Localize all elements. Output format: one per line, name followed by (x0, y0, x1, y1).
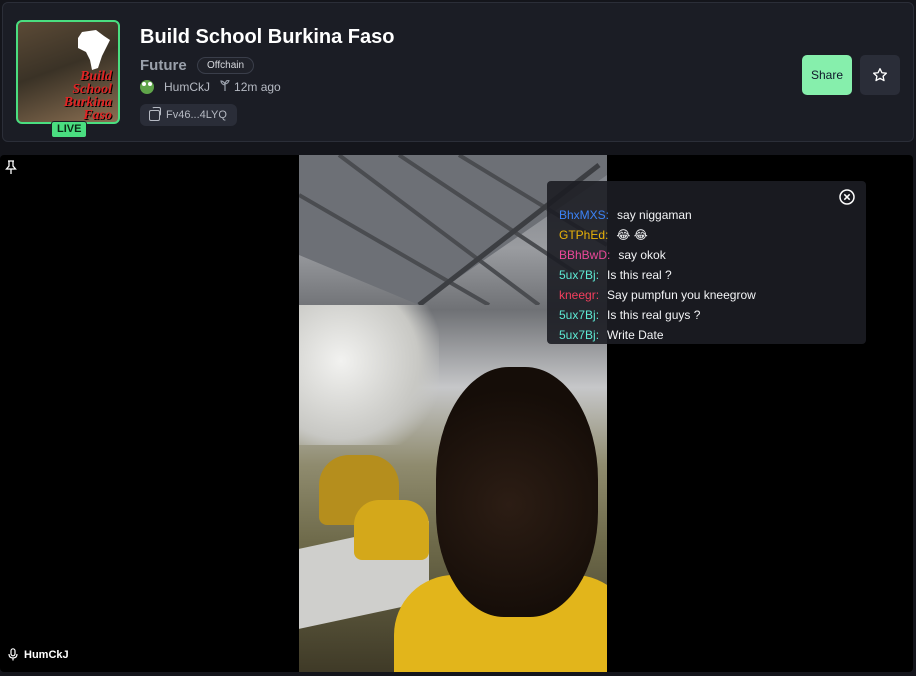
streamer-label: HumCkJ (8, 648, 69, 661)
microphone-icon[interactable] (8, 648, 18, 661)
chat-text: Is this real guys ? (607, 308, 701, 322)
page-title: Build School Burkina Faso (140, 26, 395, 48)
chat-text: say okok (618, 248, 666, 262)
copy-icon (149, 106, 161, 121)
chat-username[interactable]: kneegr: (559, 288, 599, 308)
token-thumbnail[interactable]: Build School Burkina Faso (16, 20, 120, 124)
chat-text: Say pumpfun you kneegrow (607, 288, 756, 302)
creator-avatar[interactable] (140, 80, 154, 94)
chat-message: BBhBwD: say okok (559, 248, 756, 268)
creator-name[interactable]: HumCkJ (164, 80, 210, 94)
mint-address: Fv46...4LYQ (166, 109, 227, 121)
chat-username[interactable]: GTPhEd: (559, 228, 608, 248)
pin-icon[interactable] (5, 160, 17, 175)
video-student (354, 500, 429, 560)
chat-message: 5ux7Bj: Is this real guys ? (559, 308, 756, 328)
chat-text: 😂 😂 (616, 228, 648, 242)
africa-map-icon (78, 30, 110, 70)
thumbnail-text-line: Faso (83, 108, 112, 123)
chat-message: kneegr: Say pumpfun you kneegrow (559, 288, 756, 308)
livestream-player[interactable]: BhxMXS: say niggaman GTPhEd: 😂 😂 BBhBwD: say … (0, 155, 913, 672)
chat-message: 5ux7Bj: Is this real ? (559, 268, 756, 288)
live-badge: LIVE (51, 121, 88, 138)
copy-mint-button[interactable]: Fv46...4LYQ (140, 104, 237, 126)
token-ticker: Future (140, 57, 187, 74)
creator-row: HumCkJ 12m ago (140, 79, 281, 95)
video-streamer-face (436, 367, 598, 617)
chat-username[interactable]: BBhBwD: (559, 248, 610, 268)
chat-text: say niggaman (617, 208, 692, 222)
chat-message-list: BhxMXS: say niggaman GTPhEd: 😂 😂 BBhBwD: say … (559, 208, 756, 348)
close-circle-icon[interactable] (839, 189, 855, 205)
star-icon (873, 68, 887, 82)
token-header: Build School Burkina Faso LIVE Build Sch… (2, 2, 914, 142)
token-age: 12m ago (234, 80, 281, 94)
chat-username[interactable]: 5ux7Bj: (559, 328, 599, 348)
chat-message: GTPhEd: 😂 😂 (559, 228, 756, 248)
chat-username[interactable]: BhxMXS: (559, 208, 609, 228)
sprout-icon (220, 79, 230, 94)
chat-username[interactable]: 5ux7Bj: (559, 308, 599, 328)
share-button[interactable]: Share (802, 55, 852, 95)
chat-text: Write Date (607, 328, 664, 342)
chat-overlay: BhxMXS: say niggaman GTPhEd: 😂 😂 BBhBwD: say … (547, 181, 866, 344)
streamer-name: HumCkJ (24, 648, 69, 661)
chat-message: 5ux7Bj: Write Date (559, 328, 756, 348)
chat-text: Is this real ? (607, 268, 672, 282)
chat-username[interactable]: 5ux7Bj: (559, 268, 599, 288)
chat-message: BhxMXS: say niggaman (559, 208, 756, 228)
video-light-area (299, 305, 439, 445)
favorite-button[interactable] (860, 55, 900, 95)
chain-badge: Offchain (197, 57, 255, 74)
